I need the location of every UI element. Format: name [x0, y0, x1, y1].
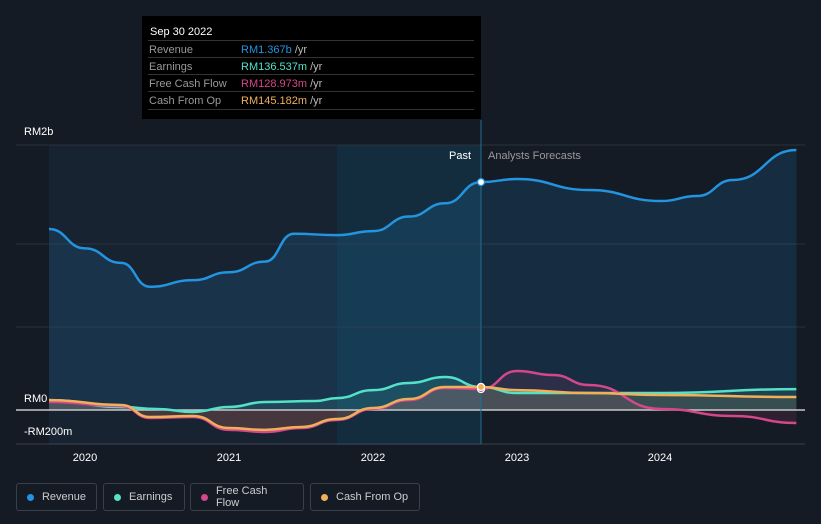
tooltip-unit: /yr — [310, 95, 323, 107]
legend-dot-icon — [201, 493, 208, 501]
tooltip-value: RM145.182m — [241, 95, 308, 107]
y-tick-label: RM0 — [24, 393, 48, 405]
legend-label: Revenue — [41, 491, 86, 503]
legend-earnings[interactable]: Earnings — [103, 483, 185, 511]
marker-revenue — [476, 178, 486, 187]
tooltip-row-cfo: Cash From Op RM145.182m /yr — [148, 91, 474, 110]
legend-revenue[interactable]: Revenue — [16, 483, 97, 511]
x-tick-label: 2021 — [216, 452, 242, 464]
tooltip-value: RM1.367b — [241, 44, 292, 56]
tooltip-unit: /yr — [310, 61, 323, 73]
tooltip-value: RM136.537m — [241, 61, 308, 73]
tooltip-label: Earnings — [149, 61, 193, 73]
legend-free-cash-flow[interactable]: Free Cash Flow — [190, 483, 304, 511]
legend-label: Cash From Op — [336, 491, 409, 503]
tooltip: Sep 30 2022 Revenue RM1.367b /yr Earnings… — [142, 16, 481, 119]
x-tick-label: 2024 — [647, 452, 673, 464]
legend-dot-icon — [27, 493, 34, 501]
legend-label: Free Cash Flow — [215, 485, 268, 509]
tooltip-row-fcf: Free Cash Flow RM128.973m /yr — [148, 74, 474, 92]
marker-cash-from-op — [476, 382, 486, 392]
tooltip-label: Free Cash Flow — [149, 78, 227, 90]
tooltip-date: Sep 30 2022 — [150, 26, 213, 38]
tooltip-row-earnings: Earnings RM136.537m /yr — [148, 57, 474, 75]
tooltip-value: RM128.973m — [241, 78, 308, 90]
tooltip-unit: /yr — [310, 78, 323, 90]
tooltip-row-revenue: Revenue RM1.367b /yr — [148, 40, 474, 58]
y-tick-label: -RM200m — [24, 426, 73, 438]
tooltip-label: Revenue — [149, 44, 194, 56]
x-tick-label: 2022 — [360, 452, 386, 464]
legend-dot-icon — [321, 493, 328, 501]
tooltip-unit: /yr — [294, 44, 308, 56]
x-tick-label: 2020 — [72, 452, 98, 464]
chart: RM2b RM0 -RM200m 2020 2021 2022 2023 202… — [0, 0, 821, 524]
legend-label: Earnings — [129, 491, 173, 503]
legend-dot-icon — [114, 493, 121, 501]
y-tick-label: RM2b — [24, 126, 54, 138]
past-label: Past — [449, 150, 472, 162]
tooltip-label: Cash From Op — [149, 95, 222, 107]
legend-cash-from-op[interactable]: Cash From Op — [310, 483, 420, 511]
forecast-label: Analysts Forecasts — [488, 150, 581, 162]
x-tick-label: 2023 — [504, 452, 530, 464]
